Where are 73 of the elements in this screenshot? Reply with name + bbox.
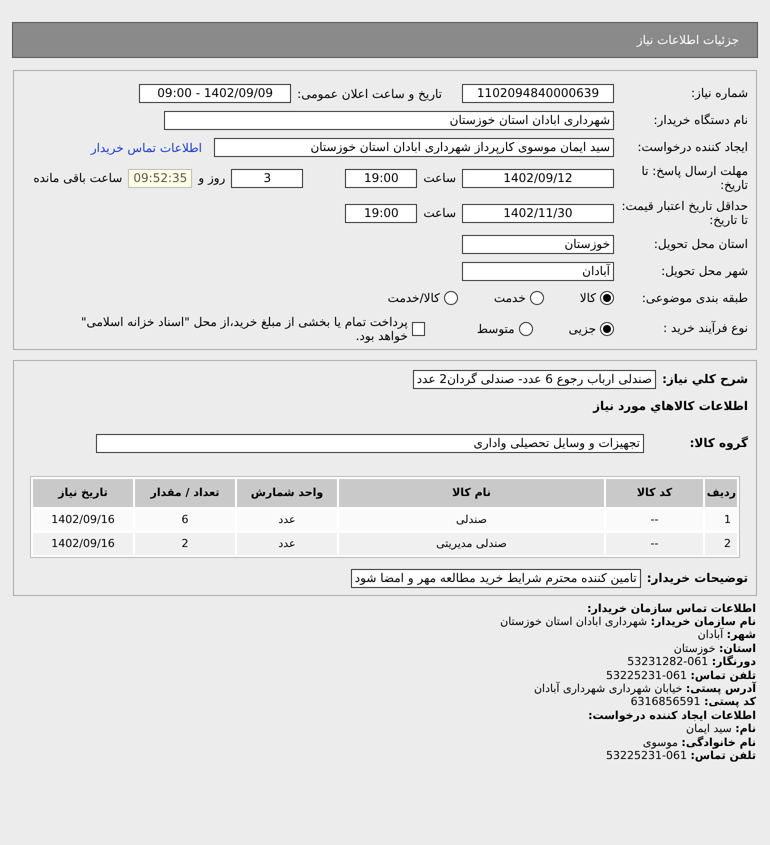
summary-field: صندلی ارباب رجوع 6 عدد- صندلی گردان2 عدد (412, 370, 656, 389)
table-cell: 2 (135, 532, 235, 555)
contact-line: شهر: آبادان (698, 628, 756, 642)
field-label: مهلت ارسال پاسخ: تا تاریخ: (640, 164, 748, 193)
announce-date-field: 1402/09/09 - 09:00 (139, 84, 292, 103)
radio-button[interactable] (600, 291, 614, 306)
field-label: ساعت (423, 206, 456, 220)
validity-time-field: 19:00 (345, 204, 418, 223)
table-cell: 1402/09/16 (33, 532, 133, 555)
field-label: استان محل تحویل: (652, 236, 748, 252)
contact-heading: اطلاعات تماس سازمان خریدار: (586, 602, 756, 615)
table-cell: 6 (135, 508, 235, 531)
city-field: آبادان (462, 262, 614, 281)
field-label: ساعت باقی مانده (33, 171, 122, 186)
buyer-field: شهرداری ابادان استان خوزستان (164, 111, 614, 130)
field-label: ساعت (423, 171, 456, 186)
table-cell: عدد (237, 532, 337, 555)
radio-label: جزیی (568, 322, 596, 336)
table-cell: 1 (705, 508, 737, 531)
goods-group-field: تجهیزات و وسایل تحصیلی واداری (96, 434, 644, 453)
field-label: روز و (198, 171, 226, 186)
field-label: شهر محل تحویل: (660, 264, 748, 278)
radio-label: متوسط (476, 322, 515, 336)
table-cell: 1402/09/16 (33, 508, 133, 531)
table-cell: صندلی (339, 508, 604, 531)
buyer-notes-field: تامین کننده محترم شرایط خرید مطالعه مهر و امضا شود (350, 568, 641, 588)
remaining-time-field: 09:52:35 (128, 168, 192, 188)
table-cell: 2 (705, 532, 737, 555)
province-field: خوزستان (462, 234, 614, 254)
radio-label: کالا/خدمت (388, 291, 440, 306)
field-label: گروه کالا: (688, 436, 748, 450)
contact-line: نام خانوادگی: موسوی (642, 736, 756, 750)
column-header: تاریخ نیاز (33, 478, 133, 507)
table-cell: صندلی مدیریتی (339, 532, 604, 555)
checkbox[interactable] (412, 322, 425, 336)
contact-heading: اطلاعات ایجاد کننده درخواست: (587, 708, 756, 722)
deadline-date-field: 1402/09/12 (462, 168, 614, 188)
column-header: کد کالا (606, 478, 703, 507)
radio-label: خدمت (494, 291, 526, 306)
buyer-contact-link[interactable]: اطلاعات تماس خریدار (90, 140, 202, 154)
need-number-field: 1102094840000639 (462, 84, 614, 103)
section-title: اطلاعات کالاهاي مورد نياز (593, 399, 748, 414)
days-field: 3 (231, 168, 304, 188)
radio-button[interactable] (518, 322, 533, 336)
contact-line: نام سازمان خریدار: شهرداری ابادان استان خوزستان (499, 614, 756, 628)
field-label: توضیحات خریدار: (646, 571, 748, 586)
radio-label: کالا (580, 291, 596, 306)
table-cell: عدد (237, 508, 337, 531)
field-label: نوع فرآیند خرید : (662, 321, 748, 336)
field-label: شرح کلي نياز: (662, 372, 748, 386)
deadline-time-field: 19:00 (345, 168, 418, 188)
field-label: نام دستگاه خریدار: (652, 113, 748, 128)
field-label: تاریخ و ساعت اعلان عمومی: (297, 86, 442, 100)
contact-line: نام: سید ایمان (685, 722, 756, 736)
radio-button[interactable] (530, 291, 544, 306)
column-header: ردیف (705, 478, 737, 507)
validity-date-field: 1402/11/30 (462, 204, 614, 223)
header-title: جزئیات اطلاعات نیاز (636, 33, 739, 47)
field-label: شماره نیاز: (690, 86, 748, 101)
creator-field: سید ایمان موسوی کارپرداز شهرداری ابادان استان خوزستان (214, 138, 614, 157)
table-cell: -- (606, 508, 703, 531)
field-label: حداقل تاریخ اعتبار قیمت: تا تاریخ: (620, 198, 748, 228)
table-cell: -- (606, 532, 703, 555)
field-label: طبقه بندی موضوعی: (640, 290, 748, 306)
contact-line: استان: خوزستان (672, 642, 756, 655)
contact-line: آدرس پستی: خیابان شهرداری شهرداری آبادان (532, 682, 756, 696)
column-header: واحد شمارش (237, 478, 337, 507)
column-header: نام کالا (339, 478, 604, 507)
checkbox-label: پرداخت تمام یا بخشی از مبلغ خرید،از محل "اسناد خزانه اسلامی" خواهد بود. (80, 314, 408, 343)
radio-button[interactable] (600, 322, 614, 336)
radio-button[interactable] (444, 291, 458, 306)
column-header: تعداد / مقدار (135, 478, 235, 507)
field-label: ایجاد کننده درخواست: (636, 140, 748, 155)
